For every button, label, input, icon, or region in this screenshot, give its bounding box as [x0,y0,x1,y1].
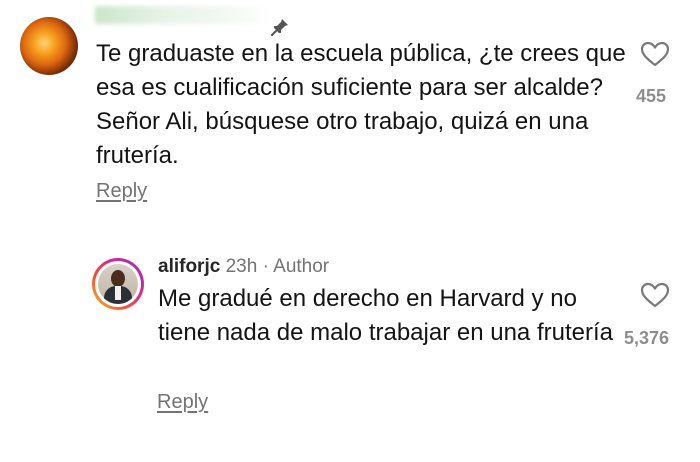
commenter-avatar[interactable] [20,17,78,75]
comment-original: Te graduaste en la escuela pública, ¿te … [0,0,700,215]
author-badge: Author [273,256,330,277]
comment-text: Te graduaste en la escuela pública, ¿te … [96,40,626,169]
reply-button[interactable]: Reply [96,180,147,203]
pin-icon [271,19,288,36]
reply-button[interactable]: Reply [157,391,208,414]
heart-outline-icon[interactable] [640,41,670,68]
username[interactable]: aliforjc [158,256,220,277]
comment-text: Me gradué en derecho en Harvard y no tie… [158,285,613,346]
meta-separator: · [257,256,274,277]
redacted-username [95,6,270,24]
timestamp: 23h [225,256,258,277]
heart-outline-icon[interactable] [640,282,670,309]
like-count: 455 [636,86,667,106]
author-avatar[interactable] [92,258,144,310]
comment-meta: aliforjc 23h · Author [158,256,329,278]
like-count: 5,376 [624,328,670,348]
